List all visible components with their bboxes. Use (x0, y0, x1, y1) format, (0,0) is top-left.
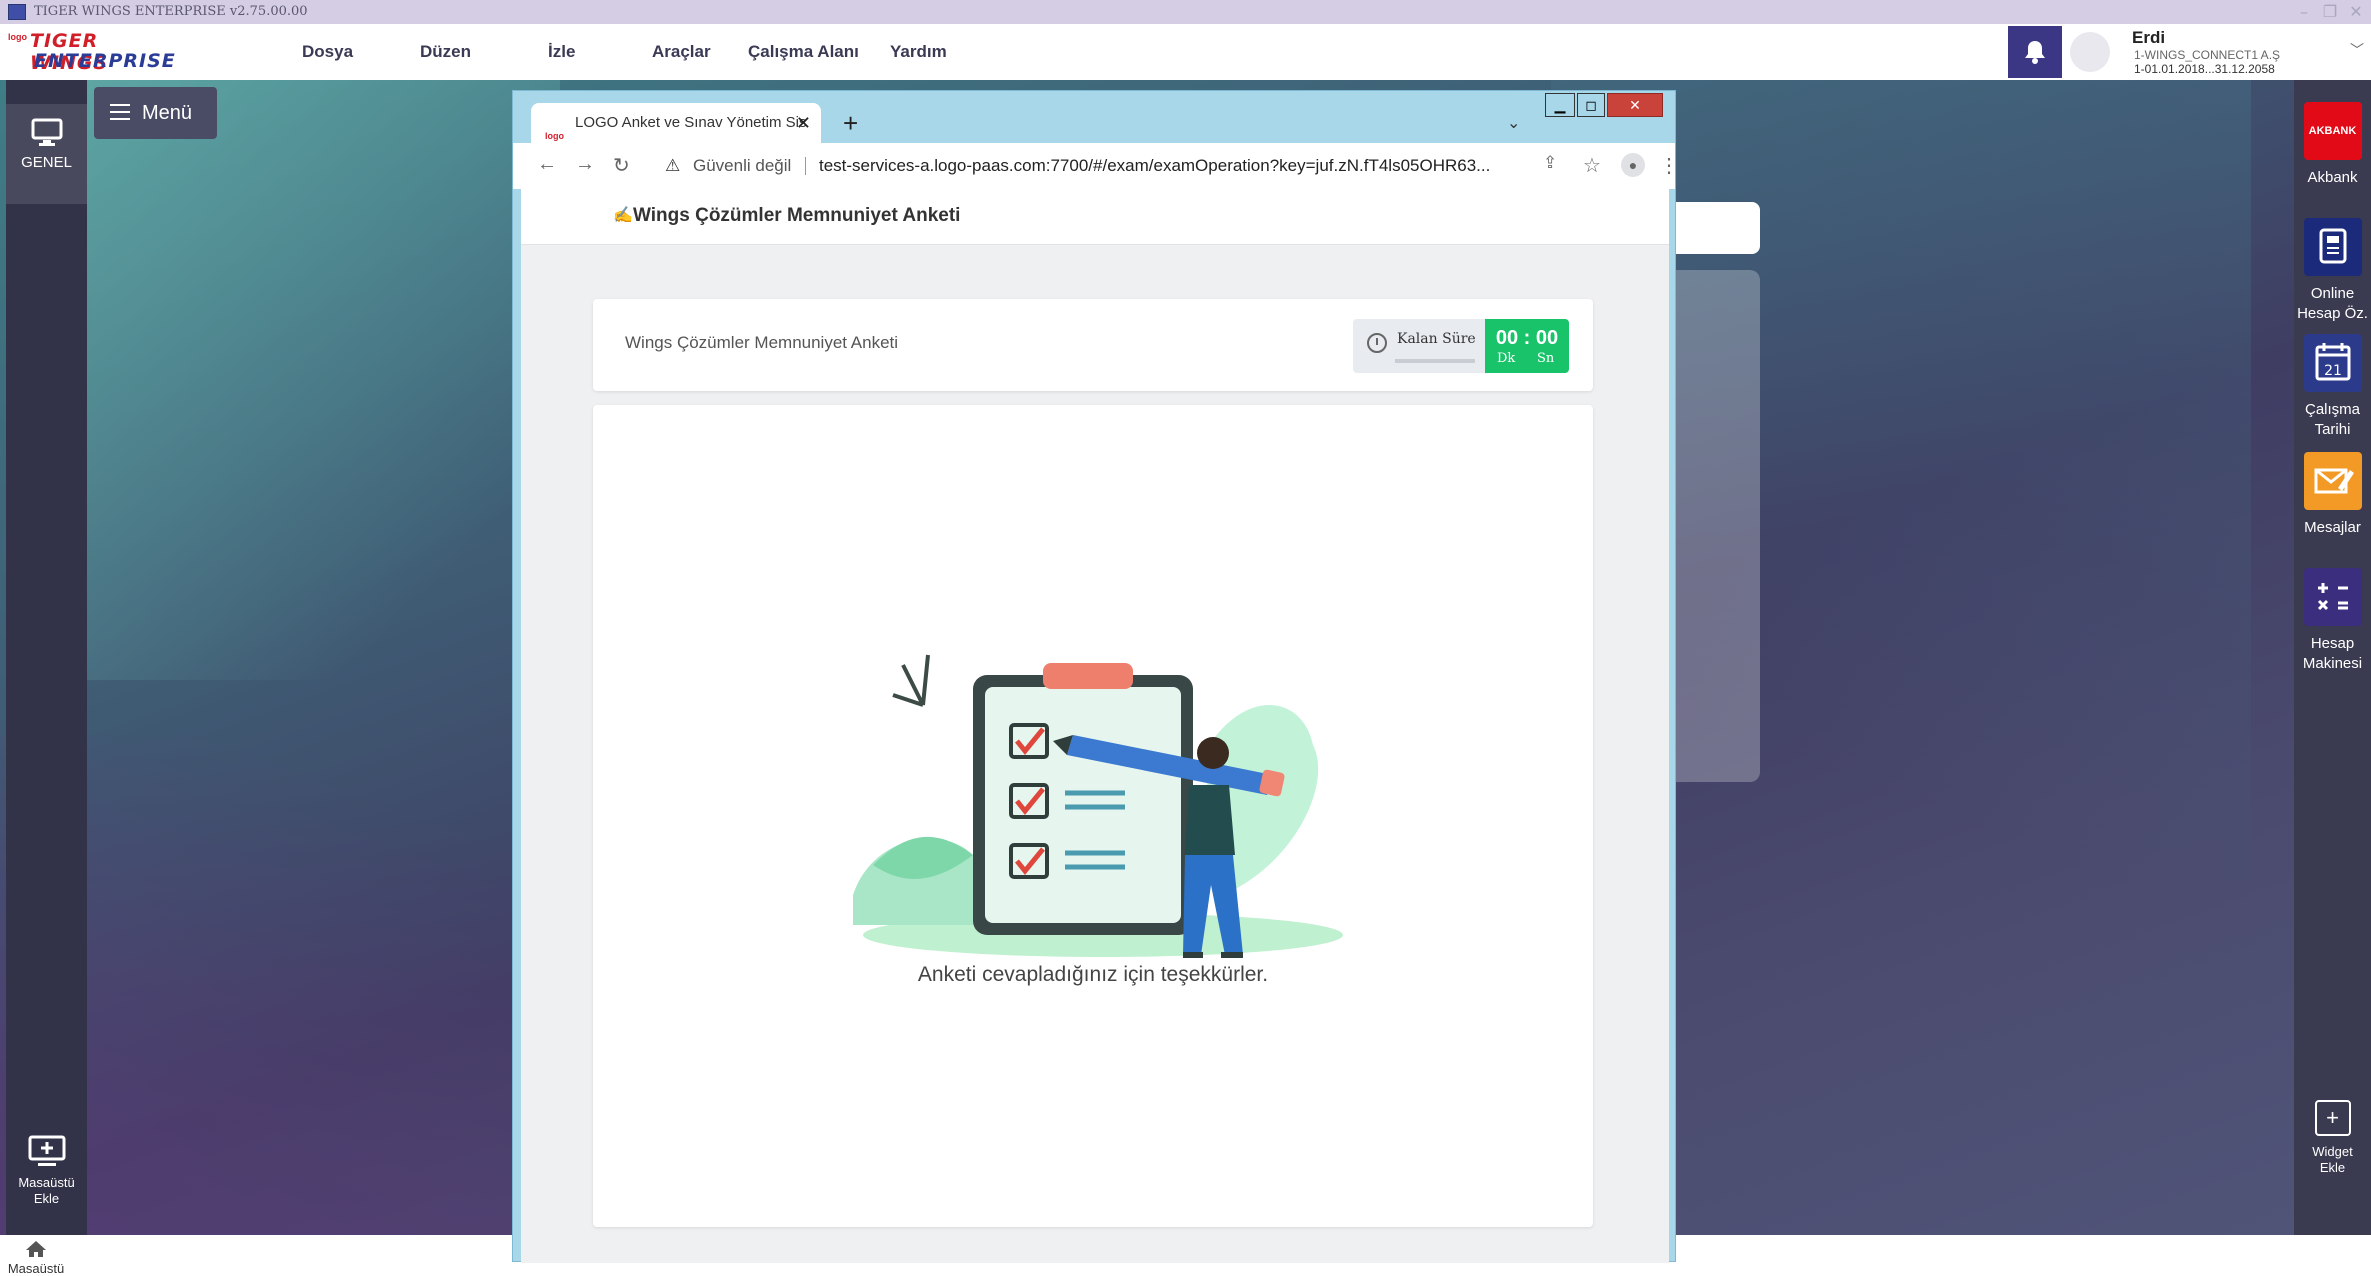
calculator-icon (2303, 568, 2362, 626)
page-header: ✍ Wings Çözümler Memnuniyet Anketi (521, 189, 1669, 245)
tab-list-chevron-icon[interactable]: ⌄ (1507, 113, 1520, 133)
messages-shortcut[interactable]: Mesajlar (2294, 452, 2371, 538)
survey-title: Wings Çözümler Memnuniyet Anketi (625, 333, 899, 352)
add-monitor-icon (28, 1135, 65, 1166)
user-company: 1-WINGS_CONNECT1 A.Ş (2134, 48, 2281, 62)
web-page: ✍ Wings Çözümler Memnuniyet Anketi Wings… (521, 189, 1669, 1263)
clock-icon (1367, 333, 1387, 353)
bell-icon (2025, 41, 2045, 64)
page-title: Wings Çözümler Memnuniyet Anketi (633, 205, 961, 226)
home-icon (26, 1241, 46, 1257)
online-statement-shortcut[interactable]: Online Hesap Öz. (2294, 218, 2371, 324)
browser-tab[interactable]: logo LOGO Anket ve Sınav Yönetim Sis ✕ (531, 103, 821, 143)
forward-icon[interactable]: → (575, 153, 595, 176)
home-button[interactable]: Masaüstü (6, 1240, 66, 1276)
restore-icon[interactable]: ❐ (2318, 0, 2342, 24)
window-title: TIGER WINGS ENTERPRISE v2.75.00.00 (34, 4, 308, 19)
tab-title: LOGO Anket ve Sınav Yönetim Sis (575, 114, 807, 131)
envelope-icon (2303, 452, 2362, 510)
thank-you-message: Anketi cevapladığınız için teşekkürler. (917, 963, 1269, 986)
add-widget-button[interactable]: + Widget Ekle (2294, 1100, 2371, 1176)
user-period: 1-01.01.2018...31.12.2058 (2134, 62, 2275, 76)
remaining-time-label-box: Kalan Süre (1353, 319, 1485, 373)
svg-text:21: 21 (2324, 363, 2342, 379)
tab-close-icon[interactable]: ✕ (796, 103, 811, 143)
minimize-icon[interactable]: – (2292, 0, 2316, 24)
kebab-menu-icon[interactable]: ⋮ (1659, 153, 1679, 178)
calculator-shortcut[interactable]: Hesap Makinesi (2294, 568, 2371, 674)
edit-icon: ✍ (613, 207, 633, 224)
app-icon (8, 4, 26, 20)
profile-icon[interactable]: ● (1621, 153, 1645, 177)
timer-progress-bar (1395, 359, 1475, 363)
reload-icon[interactable]: ↻ (613, 153, 630, 178)
user-name[interactable]: Erdi (2132, 28, 2165, 48)
browser-window: ▁ ◻ ✕ logo LOGO Anket ve Sınav Yönetim S… (512, 90, 1679, 1263)
menu-duzen[interactable]: Düzen (420, 42, 471, 62)
security-label: Güvenli değil (693, 156, 792, 175)
avatar[interactable] (2070, 32, 2110, 72)
monitor-icon (31, 118, 62, 146)
plus-icon: + (2314, 1100, 2351, 1136)
back-icon[interactable]: ← (537, 153, 557, 176)
menu-button[interactable]: Menü (94, 87, 217, 139)
menu-dosya[interactable]: Dosya (302, 42, 353, 62)
warning-icon: ⚠ (665, 156, 681, 175)
close-icon[interactable]: ✕ (2344, 0, 2368, 24)
address-input[interactable]: ⚠ Güvenli değil test-services-a.logo-paa… (655, 149, 1531, 183)
calendar-icon: 21 (2303, 334, 2362, 392)
left-sidebar (6, 80, 87, 1235)
sidebar-item-genel[interactable]: GENEL (6, 104, 87, 204)
timer-display: 00 : 00 Dk Sn (1485, 319, 1569, 373)
browser-close-icon[interactable]: ✕ (1607, 93, 1663, 117)
menu-araclar[interactable]: Araçlar (652, 42, 711, 62)
menu-calisma-alani[interactable]: Çalışma Alanı (748, 42, 859, 62)
akbank-shortcut[interactable]: AKBANK Akbank (2294, 102, 2371, 188)
checklist-illustration (853, 654, 1343, 958)
browser-maximize-icon[interactable]: ◻ (1577, 93, 1605, 117)
akbank-logo: AKBANK (2303, 102, 2362, 160)
hamburger-icon (110, 104, 130, 106)
survey-body-card: Anketi cevapladığınız için teşekkürler. (593, 405, 1593, 1227)
add-desktop-button[interactable]: Masaüstü Ekle (6, 1135, 87, 1207)
chevron-down-icon[interactable]: ﹀ (2350, 40, 2364, 60)
menu-izle[interactable]: İzle (548, 42, 575, 62)
bookmark-star-icon[interactable]: ☆ (1583, 153, 1601, 178)
share-icon[interactable]: ⇪ (1543, 153, 1557, 173)
window-titlebar: TIGER WINGS ENTERPRISE v2.75.00.00 – ❐ ✕ (0, 0, 2371, 24)
address-bar-row: ← → ↻ ⚠ Güvenli değil test-services-a.lo… (513, 143, 1679, 189)
browser-minimize-icon[interactable]: ▁ (1545, 93, 1575, 117)
url-text: test-services-a.logo-paas.com:7700/#/exa… (819, 156, 1491, 175)
new-tab-icon[interactable]: + (843, 103, 858, 143)
work-date-shortcut[interactable]: 21 Çalışma Tarihi (2294, 334, 2371, 440)
tiger-wings-logo: logo TIGER WINGS ENTERPRISE (8, 30, 176, 74)
notifications-button[interactable] (2008, 26, 2062, 78)
document-icon (2303, 218, 2362, 276)
menu-yardim[interactable]: Yardım (890, 42, 947, 62)
sidebar-item-label: GENEL (21, 154, 72, 171)
survey-header-card: Wings Çözümler Memnuniyet Anketi Kalan S… (593, 299, 1593, 391)
